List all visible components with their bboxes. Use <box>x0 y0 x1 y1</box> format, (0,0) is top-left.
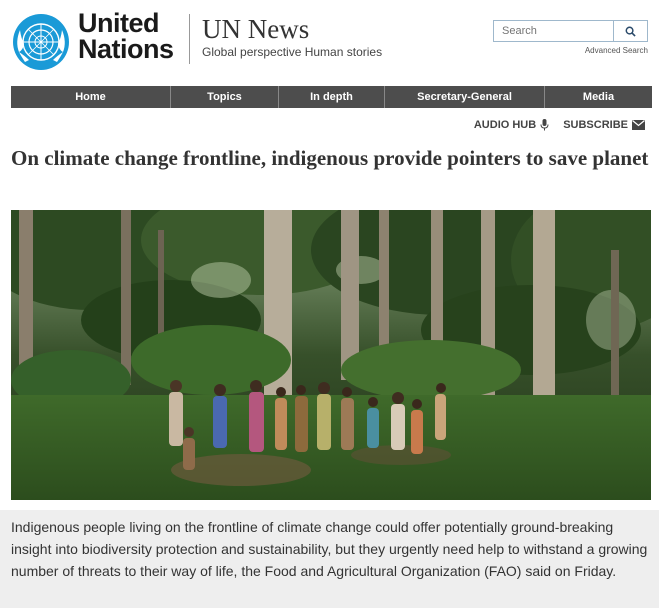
search-button[interactable] <box>613 20 648 42</box>
header-divider <box>189 14 190 64</box>
site-title[interactable]: UN News <box>202 14 309 45</box>
un-emblem-icon[interactable] <box>11 12 71 72</box>
article-hero-image[interactable] <box>11 210 651 500</box>
utility-bar: AUDIO HUB SUBSCRIBE <box>474 119 645 131</box>
envelope-icon <box>632 120 645 130</box>
main-nav: Home Topics In depth Secretary-General M… <box>11 86 652 108</box>
article-headline: On climate change frontline, indigenous … <box>11 146 649 170</box>
site-header: United Nations UN News Global perspectiv… <box>0 0 659 80</box>
un-wordmark[interactable]: United Nations <box>78 8 178 64</box>
audio-hub-label: AUDIO HUB <box>473 119 537 131</box>
article-lead-container: Indigenous people living on the frontlin… <box>0 510 659 608</box>
nav-item-media[interactable]: Media <box>545 86 652 108</box>
advanced-search-link[interactable]: Advanced Search <box>560 46 648 55</box>
nav-item-home[interactable]: Home <box>11 86 171 108</box>
nav-item-secretary-general[interactable]: Secretary-General <box>385 86 545 108</box>
un-wordmark-line2: Nations <box>78 34 174 64</box>
article-lead: Indigenous people living on the frontlin… <box>11 519 648 579</box>
search-input[interactable] <box>493 20 613 42</box>
subscribe-link[interactable]: SUBSCRIBE <box>563 119 645 131</box>
audio-hub-link[interactable]: AUDIO HUB <box>474 119 549 131</box>
nav-item-topics[interactable]: Topics <box>171 86 279 108</box>
nav-item-in-depth[interactable]: In depth <box>279 86 385 108</box>
search-icon <box>625 26 636 37</box>
microphone-icon <box>540 119 549 131</box>
un-wordmark-line1: United <box>78 8 160 38</box>
forest-photo <box>11 210 651 500</box>
site-tagline: Global perspective Human stories <box>202 45 383 59</box>
subscribe-label: SUBSCRIBE <box>563 119 628 131</box>
